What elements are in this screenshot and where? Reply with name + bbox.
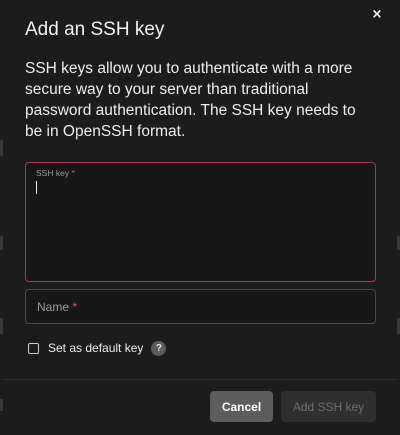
ssh-key-textarea[interactable] xyxy=(35,179,365,275)
ssh-key-label-text: SSH key xyxy=(36,168,70,178)
default-key-checkbox[interactable] xyxy=(28,342,39,354)
ssh-key-label: SSH key * xyxy=(36,168,75,178)
dialog-description: SSH keys allow you to authenticate with … xyxy=(25,60,356,140)
footer-divider xyxy=(3,379,397,380)
question-mark-icon[interactable]: ? xyxy=(151,340,167,356)
page: × Add an SSH key SSH keys allow you to a… xyxy=(0,0,400,435)
ssh-key-field[interactable]: SSH key * xyxy=(25,162,376,282)
cancel-button[interactable]: Cancel xyxy=(210,391,273,422)
name-field[interactable]: Name * xyxy=(25,289,376,324)
default-key-option: Set as default key ? xyxy=(28,340,167,356)
required-asterisk: * xyxy=(71,168,75,178)
dialog-title: Add an SSH key xyxy=(25,19,165,40)
default-key-label[interactable]: Set as default key xyxy=(48,341,143,355)
name-input[interactable] xyxy=(26,290,375,323)
add-ssh-key-button[interactable]: Add SSH key xyxy=(281,391,376,422)
close-icon[interactable]: × xyxy=(368,6,386,24)
add-ssh-key-dialog: × Add an SSH key SSH keys allow you to a… xyxy=(3,0,397,435)
